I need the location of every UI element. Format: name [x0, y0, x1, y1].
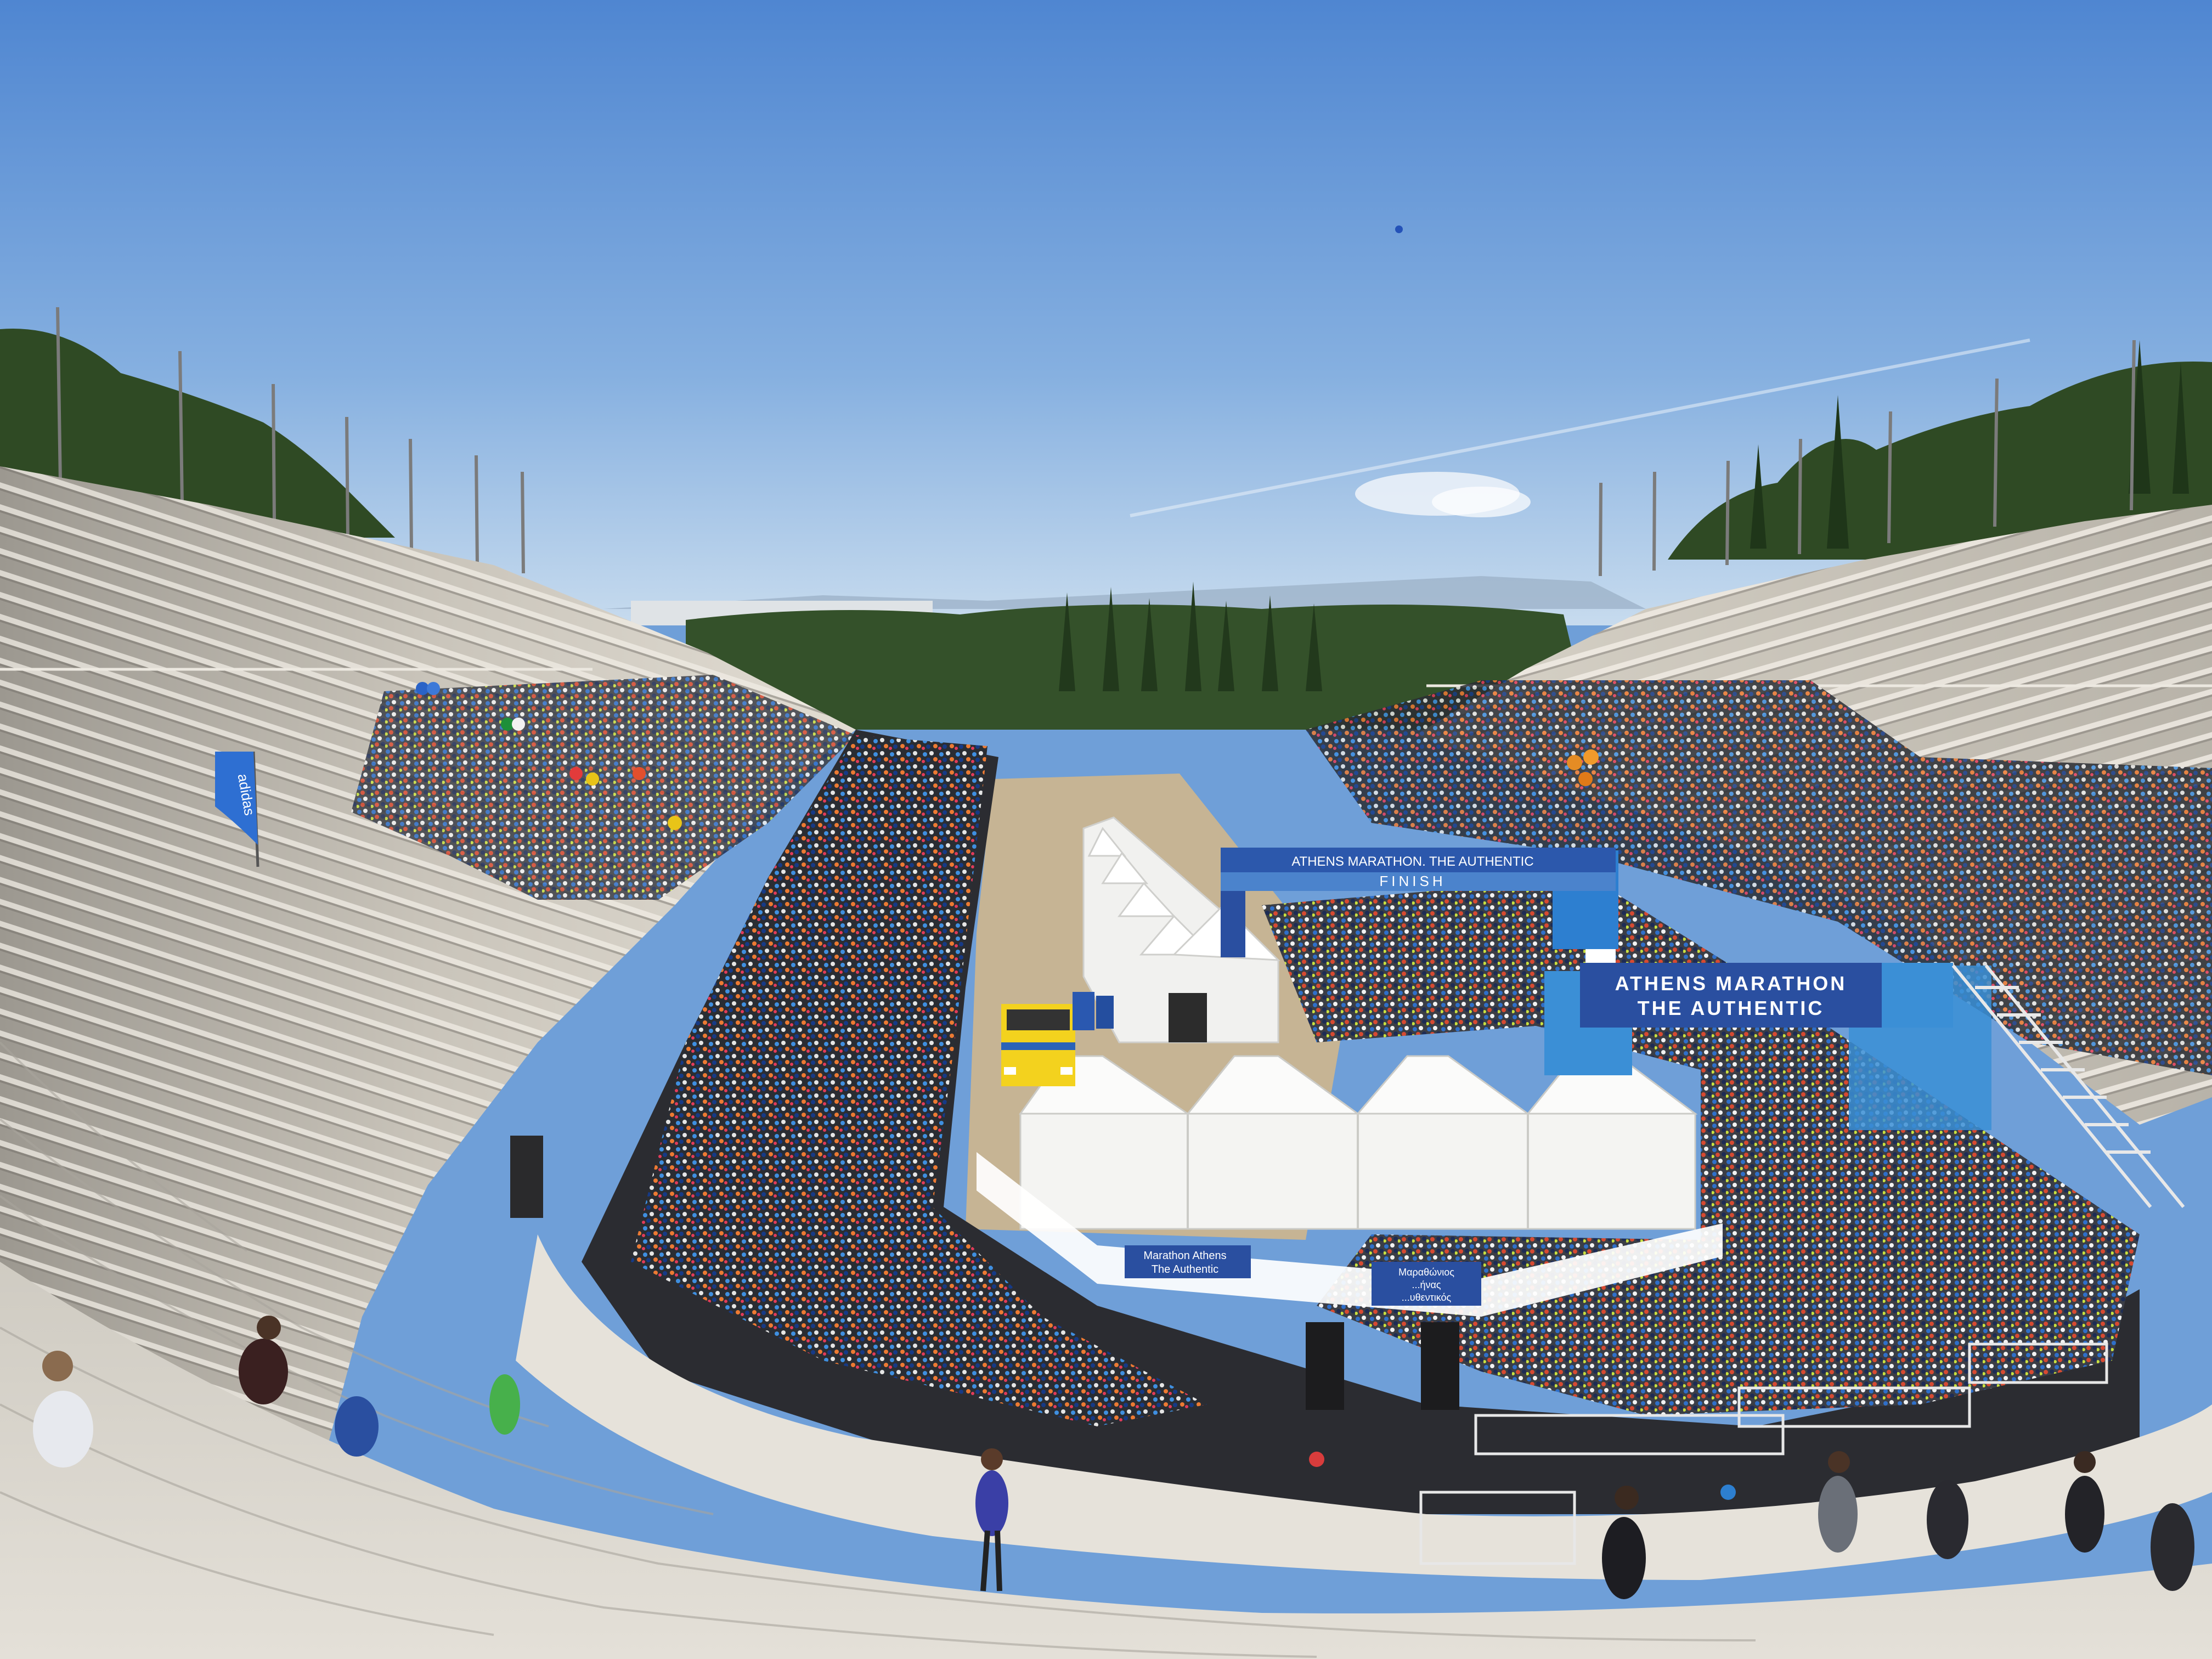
blue-bin	[1096, 996, 1114, 1029]
balloon-in-sky	[1395, 225, 1403, 233]
side-banner-line1: ATHENS MARATHON	[1615, 972, 1847, 995]
speaker-stack	[1421, 1322, 1459, 1410]
fence-banner-greek-line3: ...υθεντικός	[1402, 1292, 1452, 1303]
ambulance	[1001, 1004, 1075, 1086]
front-tents	[1019, 1055, 1698, 1230]
finish-arch-top-label: ATHENS MARATHON. THE AUTHENTIC	[1291, 854, 1533, 869]
cloud	[1432, 487, 1531, 517]
stadium-scene: ATHENS MARATHON. THE AUTHENTIC FINISH AT…	[0, 0, 2212, 1659]
marathon-stadium-photo: ATHENS MARATHON. THE AUTHENTIC FINISH AT…	[0, 0, 2212, 1659]
fence-banner-line2: The Authentic	[1152, 1263, 1218, 1276]
blue-bin	[1073, 992, 1094, 1030]
finish-arch-finish-label: FINISH	[1379, 873, 1446, 889]
speaker-stack	[510, 1136, 543, 1218]
tent-entrance[interactable]	[1169, 993, 1207, 1042]
side-banner-line2: THE AUTHENTIC	[1638, 997, 1825, 1019]
fence-banner-greek-line1: Μαραθώνιος	[1398, 1267, 1454, 1278]
fence-banner-greek-line2: ...ήνας	[1412, 1279, 1441, 1290]
fence-banner-line1: Marathon Athens	[1143, 1250, 1226, 1262]
speaker-stack	[1306, 1322, 1344, 1410]
